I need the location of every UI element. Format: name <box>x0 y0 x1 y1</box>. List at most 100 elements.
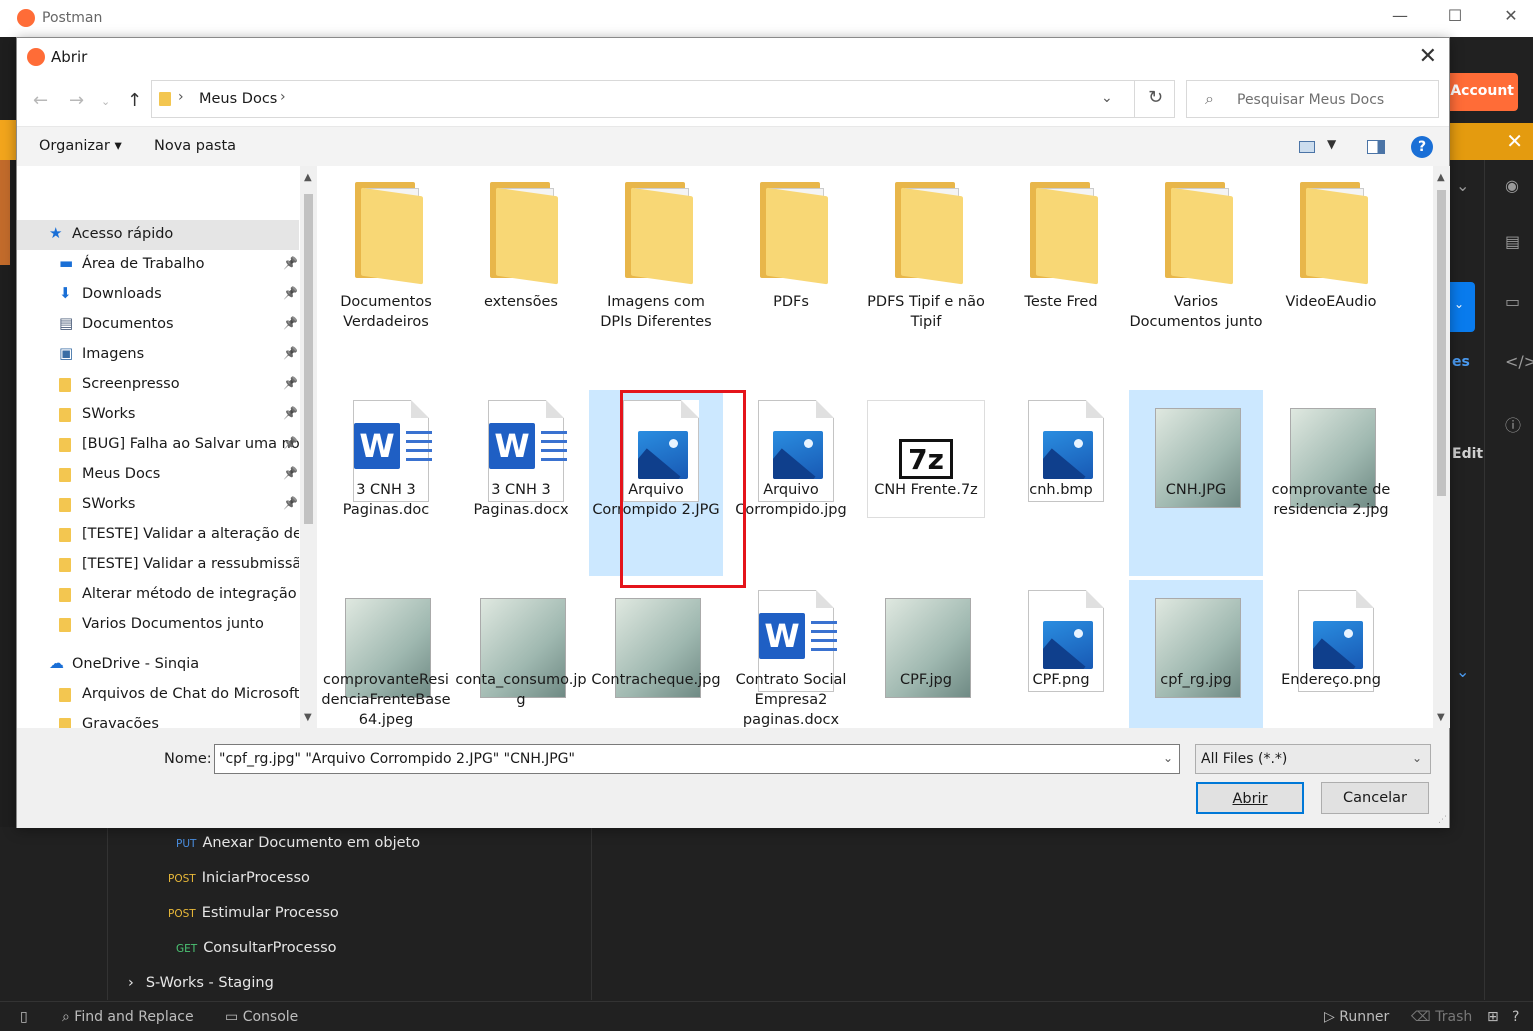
nav-item[interactable]: ⬇ Downloads 📌 <box>17 280 299 310</box>
file-item[interactable]: W Contrato Social Empresa2 paginas.docx <box>724 580 858 728</box>
file-item[interactable]: VideoEAudio <box>1264 166 1398 336</box>
side-label-edit[interactable]: Edit <box>1452 446 1483 462</box>
code-icon[interactable]: </> <box>1505 352 1533 371</box>
organize-button[interactable]: Organizar ▾ <box>39 138 122 154</box>
new-folder-button[interactable]: Nova pasta <box>154 138 236 154</box>
forward-arrow-icon[interactable]: → <box>69 90 84 111</box>
nav-item[interactable]: SWorks 📌 <box>17 490 299 520</box>
filename-dropdown-icon[interactable]: ⌄ <box>1163 751 1173 765</box>
help-icon[interactable]: ? <box>1512 1009 1519 1025</box>
folder-icon <box>59 718 71 728</box>
file-type-select[interactable]: All Files (*.*) ⌄ <box>1195 744 1431 774</box>
comments-icon[interactable]: ▭ <box>1505 292 1520 311</box>
trash-button[interactable]: ⌫ Trash <box>1411 1009 1472 1025</box>
maximize-icon[interactable]: ☐ <box>1443 6 1467 25</box>
scroll-thumb[interactable] <box>304 194 313 524</box>
nav-item[interactable]: Arquivos de Chat do Microsoft Te <box>17 680 299 710</box>
info-icon[interactable]: ⓘ <box>1505 412 1521 436</box>
layout-icon[interactable]: ⊞ <box>1487 1009 1499 1025</box>
file-item[interactable]: Contracheque.jpg <box>589 580 723 728</box>
account-button[interactable]: Account <box>1450 73 1518 111</box>
nav-item[interactable]: ▬ Área de Trabalho 📌 <box>17 250 299 280</box>
find-replace-button[interactable]: ⌕ Find and Replace <box>62 1009 194 1025</box>
request-item[interactable]: PUT Anexar Documento em objeto <box>176 835 420 851</box>
nav-item[interactable]: [TESTE] Validar a ressubmissão d <box>17 550 299 580</box>
banner-close-icon[interactable]: ✕ <box>1506 129 1523 153</box>
eye-icon[interactable]: ◉ <box>1505 176 1519 195</box>
file-item[interactable]: CPF.png <box>994 580 1128 728</box>
chevron-right-icon[interactable]: › <box>280 89 286 105</box>
minimize-icon[interactable]: — <box>1388 6 1412 25</box>
file-item[interactable]: cnh.bmp <box>994 390 1128 576</box>
address-bar[interactable]: › Meus Docs › ⌄ ↻ <box>151 80 1175 118</box>
file-item[interactable]: Teste Fred <box>994 166 1128 336</box>
nav-item[interactable]: ▤ Documentos 📌 <box>17 310 299 340</box>
file-item[interactable]: extensões <box>454 166 588 336</box>
file-item[interactable]: W3 CNH 3 Paginas.docx <box>454 390 588 576</box>
documentation-icon[interactable]: ▤ <box>1505 232 1520 251</box>
nav-item[interactable]: Varios Documentos junto <box>17 610 299 640</box>
nav-item[interactable]: Screenpresso 📌 <box>17 370 299 400</box>
file-item[interactable]: CPF.jpg <box>859 580 993 728</box>
file-item[interactable]: PDFs <box>724 166 858 336</box>
chevron-down-icon[interactable]: ⌄ <box>1456 176 1469 195</box>
view-dropdown-icon[interactable]: ▼ <box>1327 137 1336 151</box>
nav-item[interactable]: ☁ OneDrive - Sinqia <box>17 650 299 680</box>
nav-item[interactable]: ▣ Imagens 📌 <box>17 340 299 370</box>
nav-item[interactable]: Alterar método de integração pa <box>17 580 299 610</box>
file-item[interactable]: CNH.JPG <box>1129 390 1263 576</box>
file-item[interactable]: 7z CNH Frente.7z <box>859 390 993 576</box>
close-window-icon[interactable]: ✕ <box>1499 6 1523 25</box>
file-item[interactable]: comprovanteResidenciaFrenteBase64.jpeg <box>319 580 453 728</box>
file-name: Varios Documentos junto <box>1129 294 1263 330</box>
file-item[interactable]: Documentos Verdadeiros <box>319 166 453 336</box>
pin-icon: 📌 <box>283 406 298 420</box>
scroll-thumb[interactable] <box>1437 190 1446 496</box>
nav-item[interactable]: ★ Acesso rápido <box>17 220 299 250</box>
preview-pane-icon[interactable] <box>1367 140 1385 154</box>
file-item[interactable]: W3 CNH 3 Paginas.doc <box>319 390 453 576</box>
resize-grip-icon[interactable]: ⋰ <box>1438 815 1447 825</box>
up-arrow-icon[interactable]: ↑ <box>127 90 142 111</box>
scroll-up-icon[interactable]: ▲ <box>1437 172 1445 183</box>
collection-folder[interactable]: › S-Works - Staging <box>128 975 274 991</box>
request-item[interactable]: GET ConsultarProcesso <box>176 940 337 956</box>
nav-item[interactable]: Gravações <box>17 710 299 728</box>
file-item[interactable]: conta_consumo.jpg <box>454 580 588 728</box>
nav-item[interactable]: SWorks 📌 <box>17 400 299 430</box>
request-item[interactable]: POST IniciarProcesso <box>168 870 310 886</box>
nav-scrollbar[interactable]: ▲ ▼ <box>300 166 317 728</box>
back-arrow-icon[interactable]: ← <box>33 90 48 111</box>
scroll-down-icon[interactable]: ▼ <box>304 712 312 723</box>
scroll-up-icon[interactable]: ▲ <box>304 172 312 183</box>
send-dropdown-button[interactable]: ⌄ <box>1450 282 1475 332</box>
filename-input[interactable] <box>214 744 1180 774</box>
cancel-button[interactable]: Cancelar <box>1321 782 1429 814</box>
chevron-down-icon[interactable]: ⌄ <box>1456 662 1469 681</box>
nav-item[interactable]: [BUG] Falha ao Salvar uma no 📌 <box>17 430 299 460</box>
view-icon[interactable] <box>1299 141 1315 153</box>
file-item[interactable]: comprovante de residencia 2.jpg <box>1264 390 1398 576</box>
file-item[interactable]: Varios Documentos junto <box>1129 166 1263 336</box>
file-item[interactable]: Endereço.png <box>1264 580 1398 728</box>
scroll-down-icon[interactable]: ▼ <box>1437 712 1445 723</box>
open-button[interactable]: Abrir <box>1196 782 1304 814</box>
dialog-close-icon[interactable]: ✕ <box>1419 44 1437 69</box>
request-item[interactable]: POST Estimular Processo <box>168 905 339 921</box>
files-scrollbar[interactable]: ▲ ▼ <box>1433 166 1450 728</box>
file-item[interactable]: PDFS Tipif e não Tipif <box>859 166 993 336</box>
refresh-icon[interactable]: ↻ <box>1134 81 1176 117</box>
recent-chevron-icon[interactable]: ⌄ <box>101 95 110 108</box>
nav-item[interactable]: [TESTE] Validar a alteração de ta <box>17 520 299 550</box>
search-placeholder[interactable]: Pesquisar Meus Docs <box>1237 92 1384 108</box>
address-dropdown-icon[interactable]: ⌄ <box>1101 90 1113 106</box>
runner-button[interactable]: ▷ Runner <box>1324 1009 1389 1025</box>
address-path[interactable]: Meus Docs <box>199 91 277 107</box>
help-icon[interactable]: ? <box>1411 136 1433 158</box>
file-item[interactable]: Imagens com DPIs Diferentes <box>589 166 723 336</box>
file-item[interactable]: cpf_rg.jpg <box>1129 580 1263 728</box>
search-box[interactable]: ⌕ Pesquisar Meus Docs <box>1186 80 1439 118</box>
console-button[interactable]: ▭ Console <box>225 1009 298 1025</box>
nav-item[interactable]: Meus Docs 📌 <box>17 460 299 490</box>
sidebar-toggle-icon[interactable]: ▯ <box>20 1009 28 1025</box>
